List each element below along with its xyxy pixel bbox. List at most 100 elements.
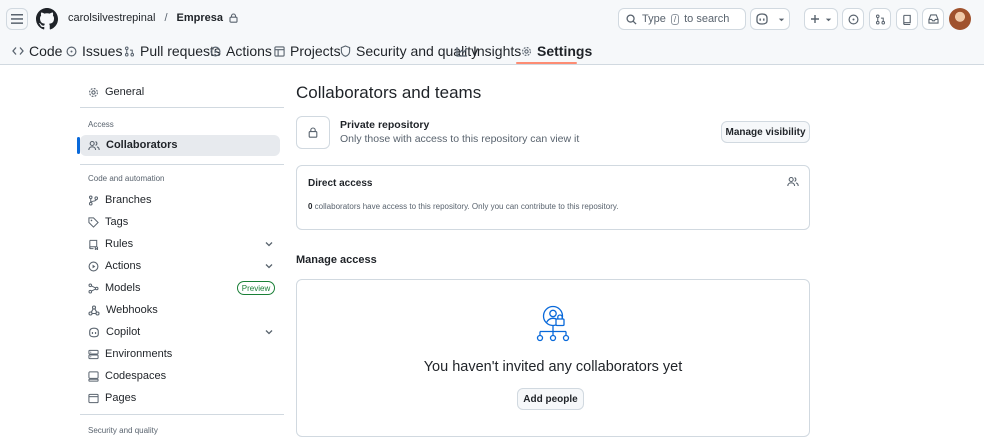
tab-issues[interactable]: Issues (66, 38, 122, 64)
visibility-description: Only those with access to this repositor… (340, 133, 580, 145)
inbox-icon (927, 14, 939, 24)
sidebar-item-branches[interactable]: Branches (88, 190, 151, 210)
tab-actions[interactable]: Actions (210, 38, 272, 64)
empty-state-message: You haven't invited any collaborators ye… (423, 359, 683, 375)
breadcrumb: carolsilvestrepinal / Empresa (68, 12, 238, 24)
sidebar-active-indicator (77, 137, 80, 154)
gear-icon (89, 87, 98, 97)
manage-access-box (296, 279, 810, 437)
sidebar-divider (80, 164, 284, 165)
repositories-button[interactable] (896, 8, 918, 30)
chevron-down-icon (778, 18, 784, 21)
breadcrumb-repo[interactable]: Empresa (177, 12, 223, 24)
pull-request-icon (124, 46, 135, 56)
sidebar-item-rules[interactable]: Rules (88, 234, 133, 254)
page-title: Collaborators and teams (296, 83, 482, 102)
tab-projects[interactable]: Projects (274, 38, 341, 64)
manage-visibility-button[interactable]: Manage visibility (721, 121, 810, 143)
breadcrumb-separator: / (164, 12, 168, 24)
sidebar-heading-security: Security and quality (88, 426, 158, 435)
preview-badge: Preview (237, 281, 275, 295)
sidebar-item-label: Tags (105, 216, 129, 228)
models-icon (88, 283, 99, 293)
search-icon (626, 13, 637, 25)
server-icon (88, 349, 99, 359)
sidebar-item-models[interactable]: Models (88, 278, 140, 298)
sidebar-item-label: Copilot (106, 326, 141, 338)
pull-request-icon (875, 14, 885, 24)
search-placeholder-prefix: Type (642, 13, 666, 25)
sidebar-divider (80, 107, 284, 108)
shield-icon (340, 45, 351, 57)
github-logo[interactable] (36, 8, 58, 30)
menu-button[interactable] (6, 8, 28, 30)
search-input[interactable]: Type / to search (618, 8, 746, 30)
sidebar-item-environments[interactable]: Environments (88, 344, 172, 364)
breadcrumb-owner[interactable]: carolsilvestrepinal (68, 12, 155, 24)
play-icon (88, 261, 99, 271)
visibility-title: Private repository (340, 119, 430, 131)
chevron-down-icon[interactable] (264, 327, 274, 337)
people-icon (787, 176, 799, 187)
sidebar-item-label: Rules (105, 238, 134, 250)
tag-icon (88, 216, 99, 228)
lock-icon (229, 13, 238, 23)
direct-access-box (296, 165, 810, 230)
sidebar-item-general[interactable]: General (88, 82, 144, 102)
sidebar-item-actions[interactable]: Actions (88, 256, 141, 276)
sidebar-item-codespaces[interactable]: Codespaces (88, 366, 166, 386)
direct-access-title: Direct access (308, 178, 373, 189)
pull-requests-button[interactable] (869, 8, 891, 30)
repo-push-icon (89, 239, 99, 250)
tab-label: Issues (82, 43, 123, 59)
issue-icon (66, 46, 77, 56)
sidebar-item-collaborators[interactable]: Collaborators (88, 135, 178, 155)
sidebar-item-label: Models (105, 282, 141, 294)
user-avatar[interactable] (949, 8, 971, 30)
tab-pull-requests[interactable]: Pull requests (124, 38, 221, 64)
sidebar-heading-access: Access (88, 120, 114, 129)
sidebar-item-copilot[interactable]: Copilot (88, 322, 140, 342)
issues-button[interactable] (842, 8, 864, 30)
code-icon (12, 47, 24, 55)
create-new-button[interactable] (804, 8, 838, 30)
codespaces-icon (88, 370, 99, 382)
webhook-icon (88, 304, 100, 316)
lock-icon (308, 127, 318, 138)
browser-icon (88, 393, 99, 403)
play-icon (210, 46, 221, 56)
manage-access-heading: Manage access (296, 254, 377, 266)
direct-access-description: 0 collaborators have access to this repo… (308, 202, 619, 211)
tab-label: Pull requests (140, 43, 221, 59)
sidebar-item-pages[interactable]: Pages (88, 388, 136, 408)
tab-label: Settings (537, 43, 593, 59)
sidebar-item-tags[interactable]: Tags (88, 212, 128, 232)
plus-icon (810, 15, 819, 23)
sidebar-item-label: Actions (105, 260, 142, 272)
active-tab-indicator (516, 62, 577, 64)
chevron-down-icon[interactable] (264, 261, 274, 271)
branch-icon (88, 195, 99, 205)
inbox-button[interactable] (922, 8, 944, 30)
sidebar-divider (80, 414, 284, 415)
people-icon (88, 140, 100, 150)
sidebar-item-webhooks[interactable]: Webhooks (88, 300, 158, 320)
copilot-icon (89, 327, 99, 337)
tab-label: Code (29, 43, 63, 59)
chevron-down-icon[interactable] (264, 239, 274, 249)
table-icon (274, 45, 285, 57)
tab-insights[interactable]: Insights (456, 38, 521, 64)
sidebar-heading-code-automation: Code and automation (88, 174, 165, 183)
add-people-button[interactable]: Add people (517, 388, 584, 410)
sidebar-item-label: General (105, 86, 145, 98)
tab-settings[interactable]: Settings (521, 38, 592, 64)
sidebar-item-label: Codespaces (105, 370, 167, 382)
github-logo-icon (36, 8, 58, 30)
direct-access-text: collaborators have access to this reposi… (312, 202, 619, 211)
copilot-button[interactable] (750, 8, 790, 30)
tab-code[interactable]: Code (12, 38, 62, 64)
hamburger-icon (11, 14, 23, 24)
tab-label: Projects (290, 43, 341, 59)
sidebar-item-label: Environments (105, 348, 173, 360)
sidebar-item-label: Branches (105, 194, 152, 206)
